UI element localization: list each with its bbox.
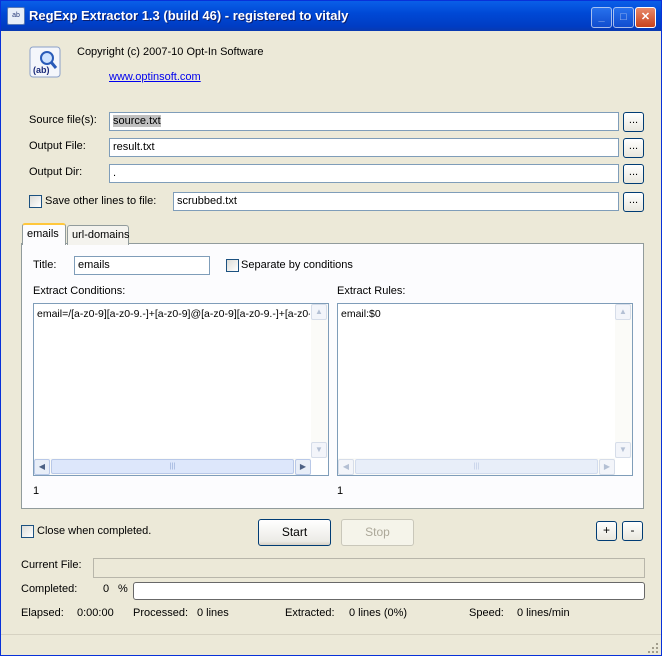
tab-emails[interactable]: emails — [22, 223, 66, 245]
main-window: ab RegExp Extractor 1.3 (build 46) - reg… — [0, 0, 662, 656]
logo-icon: (ab) — [29, 46, 61, 78]
scroll-up-icon[interactable]: ▲ — [311, 304, 327, 320]
start-button[interactable]: Start — [258, 519, 331, 546]
scroll-right-icon[interactable]: ▶ — [599, 459, 615, 475]
close-when-completed-checkbox[interactable] — [21, 525, 34, 538]
scroll-left-icon[interactable]: ◀ — [34, 459, 50, 475]
scroll-left-icon[interactable]: ◀ — [338, 459, 354, 475]
copyright-text: Copyright (c) 2007-10 Opt-In Software — [77, 46, 264, 58]
app-icon[interactable]: ab — [7, 7, 25, 25]
conditions-horizontal-scrollbar[interactable]: ◀ ||| ▶ — [34, 458, 311, 475]
extract-conditions-textarea[interactable]: email=/[a-z0-9][a-z0-9.-]+[a-z0-9]@[a-z0… — [33, 303, 329, 476]
add-tab-button[interactable]: + — [596, 521, 617, 541]
completed-label: Completed: — [21, 583, 78, 595]
source-browse-button[interactable]: ... — [623, 112, 644, 132]
separate-conditions-checkbox[interactable] — [226, 259, 239, 272]
scroll-up-icon[interactable]: ▲ — [615, 304, 631, 320]
maximize-button[interactable]: □ — [613, 7, 634, 28]
save-other-input[interactable]: scrubbed.txt — [173, 192, 619, 211]
output-file-label: Output File: — [29, 140, 86, 152]
rules-horizontal-scrollbar[interactable]: ◀ ||| ▶ — [338, 458, 615, 475]
source-files-value: source.txt — [113, 115, 161, 127]
stop-button[interactable]: Stop — [341, 519, 414, 546]
remove-tab-button[interactable]: - — [622, 521, 643, 541]
title-input[interactable]: emails — [74, 256, 210, 275]
current-file-field — [93, 558, 645, 578]
website-link[interactable]: www.optinsoft.com — [109, 71, 201, 83]
scroll-right-icon[interactable]: ▶ — [295, 459, 311, 475]
close-button[interactable]: ✕ — [635, 7, 656, 28]
completed-unit: % — [118, 583, 128, 595]
current-file-label: Current File: — [21, 559, 82, 571]
source-files-input[interactable]: source.txt — [109, 112, 619, 131]
rules-vertical-scrollbar[interactable]: ▲ ▼ — [615, 304, 632, 458]
progress-bar — [133, 582, 645, 600]
elapsed-value: 0:00:00 — [77, 607, 114, 619]
output-dir-label: Output Dir: — [29, 166, 83, 178]
processed-value: 0 lines — [197, 607, 229, 619]
logo-text: (ab) — [33, 65, 50, 75]
save-other-browse-button[interactable]: ... — [623, 192, 644, 212]
extract-conditions-label: Extract Conditions: — [33, 285, 126, 297]
rules-text: email:$0 — [341, 308, 381, 320]
save-other-checkbox[interactable] — [29, 195, 42, 208]
source-files-label: Source file(s): — [29, 114, 97, 126]
extracted-label: Extracted: — [285, 607, 335, 619]
conditions-text: email=/[a-z0-9][a-z0-9.-]+[a-z0-9]@[a-z0… — [37, 308, 310, 320]
completed-value: 0 — [103, 583, 110, 595]
output-browse-button[interactable]: ... — [623, 138, 644, 158]
processed-label: Processed: — [133, 607, 189, 619]
extract-rules-textarea[interactable]: email:$0 ▲ ▼ ◀ ||| ▶ — [337, 303, 633, 476]
extract-rules-label: Extract Rules: — [337, 285, 406, 297]
title-label: Title: — [33, 259, 57, 271]
conditions-count: 1 — [33, 485, 40, 497]
dir-browse-button[interactable]: ... — [623, 164, 644, 184]
elapsed-label: Elapsed: — [21, 607, 64, 619]
output-dir-input[interactable]: . — [109, 164, 619, 183]
speed-value: 0 lines/min — [517, 607, 570, 619]
tab-url-domains[interactable]: url-domains — [67, 225, 129, 245]
save-other-label: Save other lines to file: — [45, 195, 157, 207]
separate-conditions-label: Separate by conditions — [241, 259, 353, 271]
scroll-down-icon[interactable]: ▼ — [615, 442, 631, 458]
output-file-input[interactable]: result.txt — [109, 138, 619, 157]
status-bar — [1, 634, 661, 655]
tab-panel: Title: emails Separate by conditions Ext… — [21, 243, 644, 509]
conditions-vertical-scrollbar[interactable]: ▲ ▼ — [311, 304, 328, 458]
scroll-down-icon[interactable]: ▼ — [311, 442, 327, 458]
scrollbar-thumb[interactable]: ||| — [51, 459, 294, 474]
extracted-value: 0 lines (0%) — [349, 607, 408, 619]
close-when-completed-label: Close when completed. — [37, 525, 152, 537]
minimize-button[interactable]: _ — [591, 7, 612, 28]
rules-count: 1 — [337, 485, 344, 497]
speed-label: Speed: — [469, 607, 504, 619]
scrollbar-thumb[interactable]: ||| — [355, 459, 598, 474]
window-title: RegExp Extractor 1.3 (build 46) - regist… — [29, 8, 349, 23]
title-bar[interactable]: ab RegExp Extractor 1.3 (build 46) - reg… — [1, 1, 661, 31]
resize-grip-icon[interactable] — [647, 642, 659, 654]
